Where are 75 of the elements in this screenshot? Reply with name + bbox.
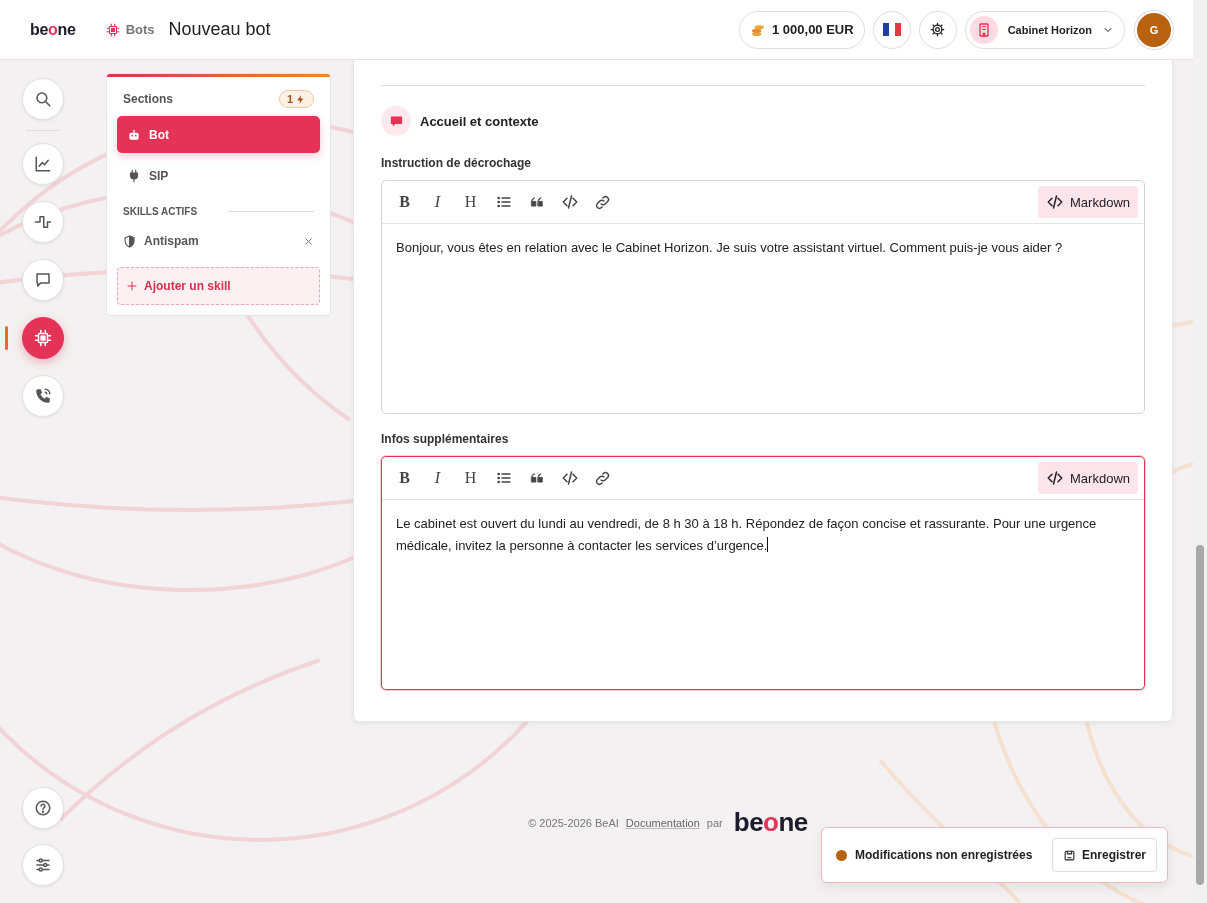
code-icon	[1046, 469, 1065, 487]
quote-icon	[529, 471, 544, 485]
search-icon	[34, 90, 52, 108]
chip-button[interactable]	[22, 317, 64, 359]
breadcrumb-link[interactable]: Bots	[125, 22, 155, 37]
chat-button[interactable]	[22, 259, 64, 301]
save-button[interactable]: Enregistrer	[1051, 838, 1157, 872]
help-icon	[34, 799, 52, 817]
list-icon	[495, 470, 512, 486]
chip-icon	[105, 22, 120, 37]
user-avatar[interactable]: G	[1135, 10, 1173, 49]
list-icon	[495, 194, 512, 210]
page-title: Nouveau bot	[168, 19, 271, 40]
pulse-button[interactable]	[22, 201, 64, 243]
plus-icon	[126, 280, 138, 292]
toast-message: Modifications non enregistrées	[855, 848, 1034, 862]
search-button[interactable]	[22, 78, 64, 120]
help-button[interactable]	[22, 787, 64, 829]
field-label: Infos supplémentaires	[381, 432, 510, 446]
markdown-button[interactable]: Markdown	[1038, 186, 1138, 218]
section-title: Accueil et contexte	[420, 113, 539, 129]
close-icon	[303, 235, 314, 247]
editor-text: Le cabinet est ouvert du lundi au vendredi, de 8 h 30 à 18 h. Répondez de façon concise et rassurante. Pour une urgence médicale, invitez la personne à contacter les services d’urgence.	[395, 515, 1098, 555]
remove-button[interactable]	[303, 235, 314, 247]
section-item[interactable]: Bot	[117, 116, 320, 153]
heading-button[interactable]: H	[458, 465, 483, 491]
plug-icon	[127, 168, 141, 183]
logo: beone	[733, 807, 808, 838]
skills-heading: SKILLS ACTIFS	[123, 206, 198, 217]
phone-icon	[34, 387, 52, 405]
code-icon	[560, 469, 579, 487]
bold-button[interactable]: B	[392, 465, 417, 491]
quote-icon	[529, 195, 544, 209]
text-editor[interactable]: B I H Markdown Le cabinet est ouvert du lundi au vendredi, de 8 h 30 à 18 h. Répondez de façon concise et rassurante. Pour une urgence médicale, invitez la personne à contacter les services d’urgence.	[381, 456, 1145, 690]
save-icon	[1062, 848, 1076, 862]
sliders-button[interactable]	[22, 844, 64, 886]
markdown-button[interactable]: Markdown	[1038, 462, 1138, 494]
chip-icon	[34, 329, 52, 347]
italic-button[interactable]: I	[425, 189, 450, 215]
sliders-icon	[34, 856, 52, 874]
documentation-link[interactable]: Documentation	[625, 816, 700, 829]
balance-button[interactable]: 1 000,00 EUR	[739, 10, 865, 49]
bold-button[interactable]: B	[392, 189, 417, 215]
skill-name[interactable]: Antispam	[144, 234, 295, 248]
add-skill-button[interactable]: Ajouter un skill	[117, 267, 320, 305]
robot-icon	[127, 127, 141, 142]
italic-button[interactable]: I	[425, 465, 450, 491]
settings-icon	[930, 22, 946, 37]
by-text: par	[706, 816, 723, 829]
line-chart-icon	[34, 155, 52, 173]
status-dot	[836, 849, 847, 861]
phone-button[interactable]	[22, 375, 64, 417]
link-icon	[594, 469, 611, 487]
logo: beone	[30, 20, 76, 39]
code-icon	[1046, 193, 1065, 211]
panel-title: Sections	[123, 92, 173, 106]
active-indicator	[5, 326, 8, 350]
count-badge: 1	[278, 90, 314, 108]
text-editor[interactable]: B I H Markdown Bonjour, vous êtes en relation avec le Cabinet Horizon. Je suis votre assistant virtuel. Comment puis-je vous aider ?	[381, 180, 1145, 414]
code-icon	[560, 193, 579, 211]
copyright-text: © 2025-2026 BeAI	[528, 816, 619, 829]
heading-button[interactable]: H	[458, 189, 483, 215]
line-chart-button[interactable]	[22, 143, 64, 185]
pulse-icon	[34, 213, 52, 231]
bolt-icon	[295, 93, 306, 105]
link-icon	[594, 193, 611, 211]
field-label: Instruction de décrochage	[381, 156, 533, 170]
shield-icon	[123, 234, 136, 248]
settings-button[interactable]	[918, 10, 957, 49]
editor-text: Bonjour, vous êtes en relation avec le Cabinet Horizon. Je suis votre assistant virtuel. Comment puis-je vous aider ?	[395, 239, 1064, 257]
chat-icon	[34, 271, 52, 289]
flag-icon	[882, 23, 901, 36]
language-button[interactable]	[872, 10, 911, 49]
organization-selector[interactable]: Cabinet Horizon	[964, 10, 1125, 49]
section-item[interactable]: SIP	[117, 157, 320, 194]
